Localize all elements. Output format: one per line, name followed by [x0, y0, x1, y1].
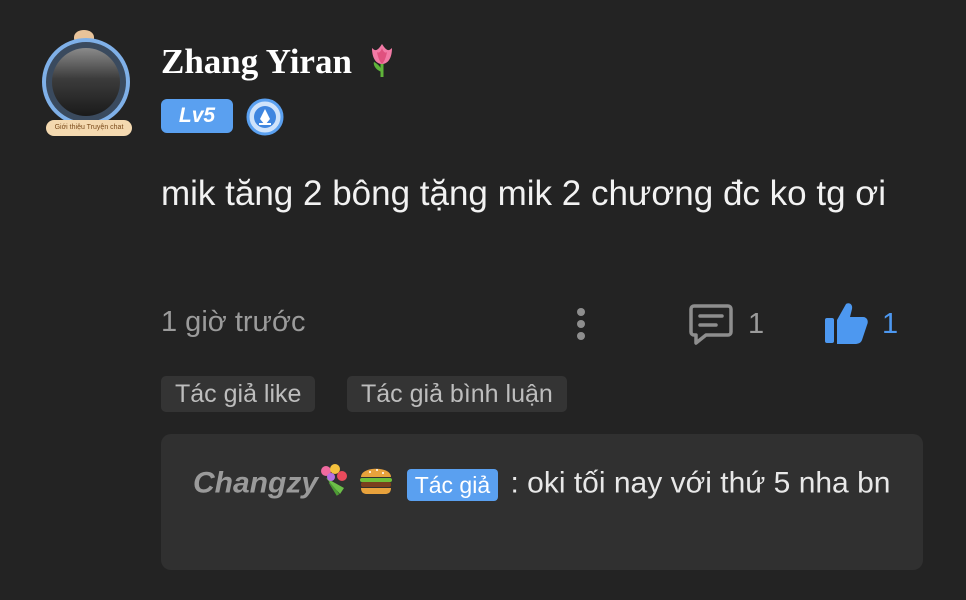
avatar[interactable]: Giới thiệu Truyện chat	[38, 30, 138, 140]
comment-text: mik tăng 2 bông tặng mik 2 chương đc ko …	[161, 174, 886, 213]
bouquet-icon	[318, 462, 350, 507]
comment-icon[interactable]	[688, 302, 734, 346]
like-count: 1	[882, 308, 899, 340]
reply-user-name[interactable]: Changzy	[193, 466, 318, 499]
reply-text: : oki tối nay với thứ 5 nha bn	[510, 466, 891, 500]
user-name-text: Zhang Yiran	[161, 42, 352, 81]
tulip-icon	[365, 42, 399, 87]
level-badge: Lv5	[161, 99, 233, 133]
avatar-photo	[52, 48, 120, 116]
reply-body: Changzy Tác giả : oki tối nay với thứ 5 …	[193, 462, 893, 507]
more-icon[interactable]	[572, 305, 590, 345]
reply-count: 1	[748, 308, 765, 340]
user-name[interactable]: Zhang Yiran	[161, 42, 399, 87]
author-badge: Tác giả	[406, 468, 499, 501]
chip-author-like: Tác giả like	[161, 376, 316, 412]
author-reply[interactable]: Changzy Tác giả : oki tối nay với thứ 5 …	[161, 434, 923, 570]
thumbs-up-icon[interactable]	[822, 300, 870, 346]
burger-icon	[358, 462, 394, 507]
avatar-ring	[42, 38, 130, 126]
avatar-frame-tag: Giới thiệu Truyện chat	[46, 120, 132, 136]
comment-time: 1 giờ trước	[161, 306, 306, 338]
chip-author-comment: Tác giả bình luận	[347, 376, 567, 412]
medal-icon	[246, 98, 284, 136]
